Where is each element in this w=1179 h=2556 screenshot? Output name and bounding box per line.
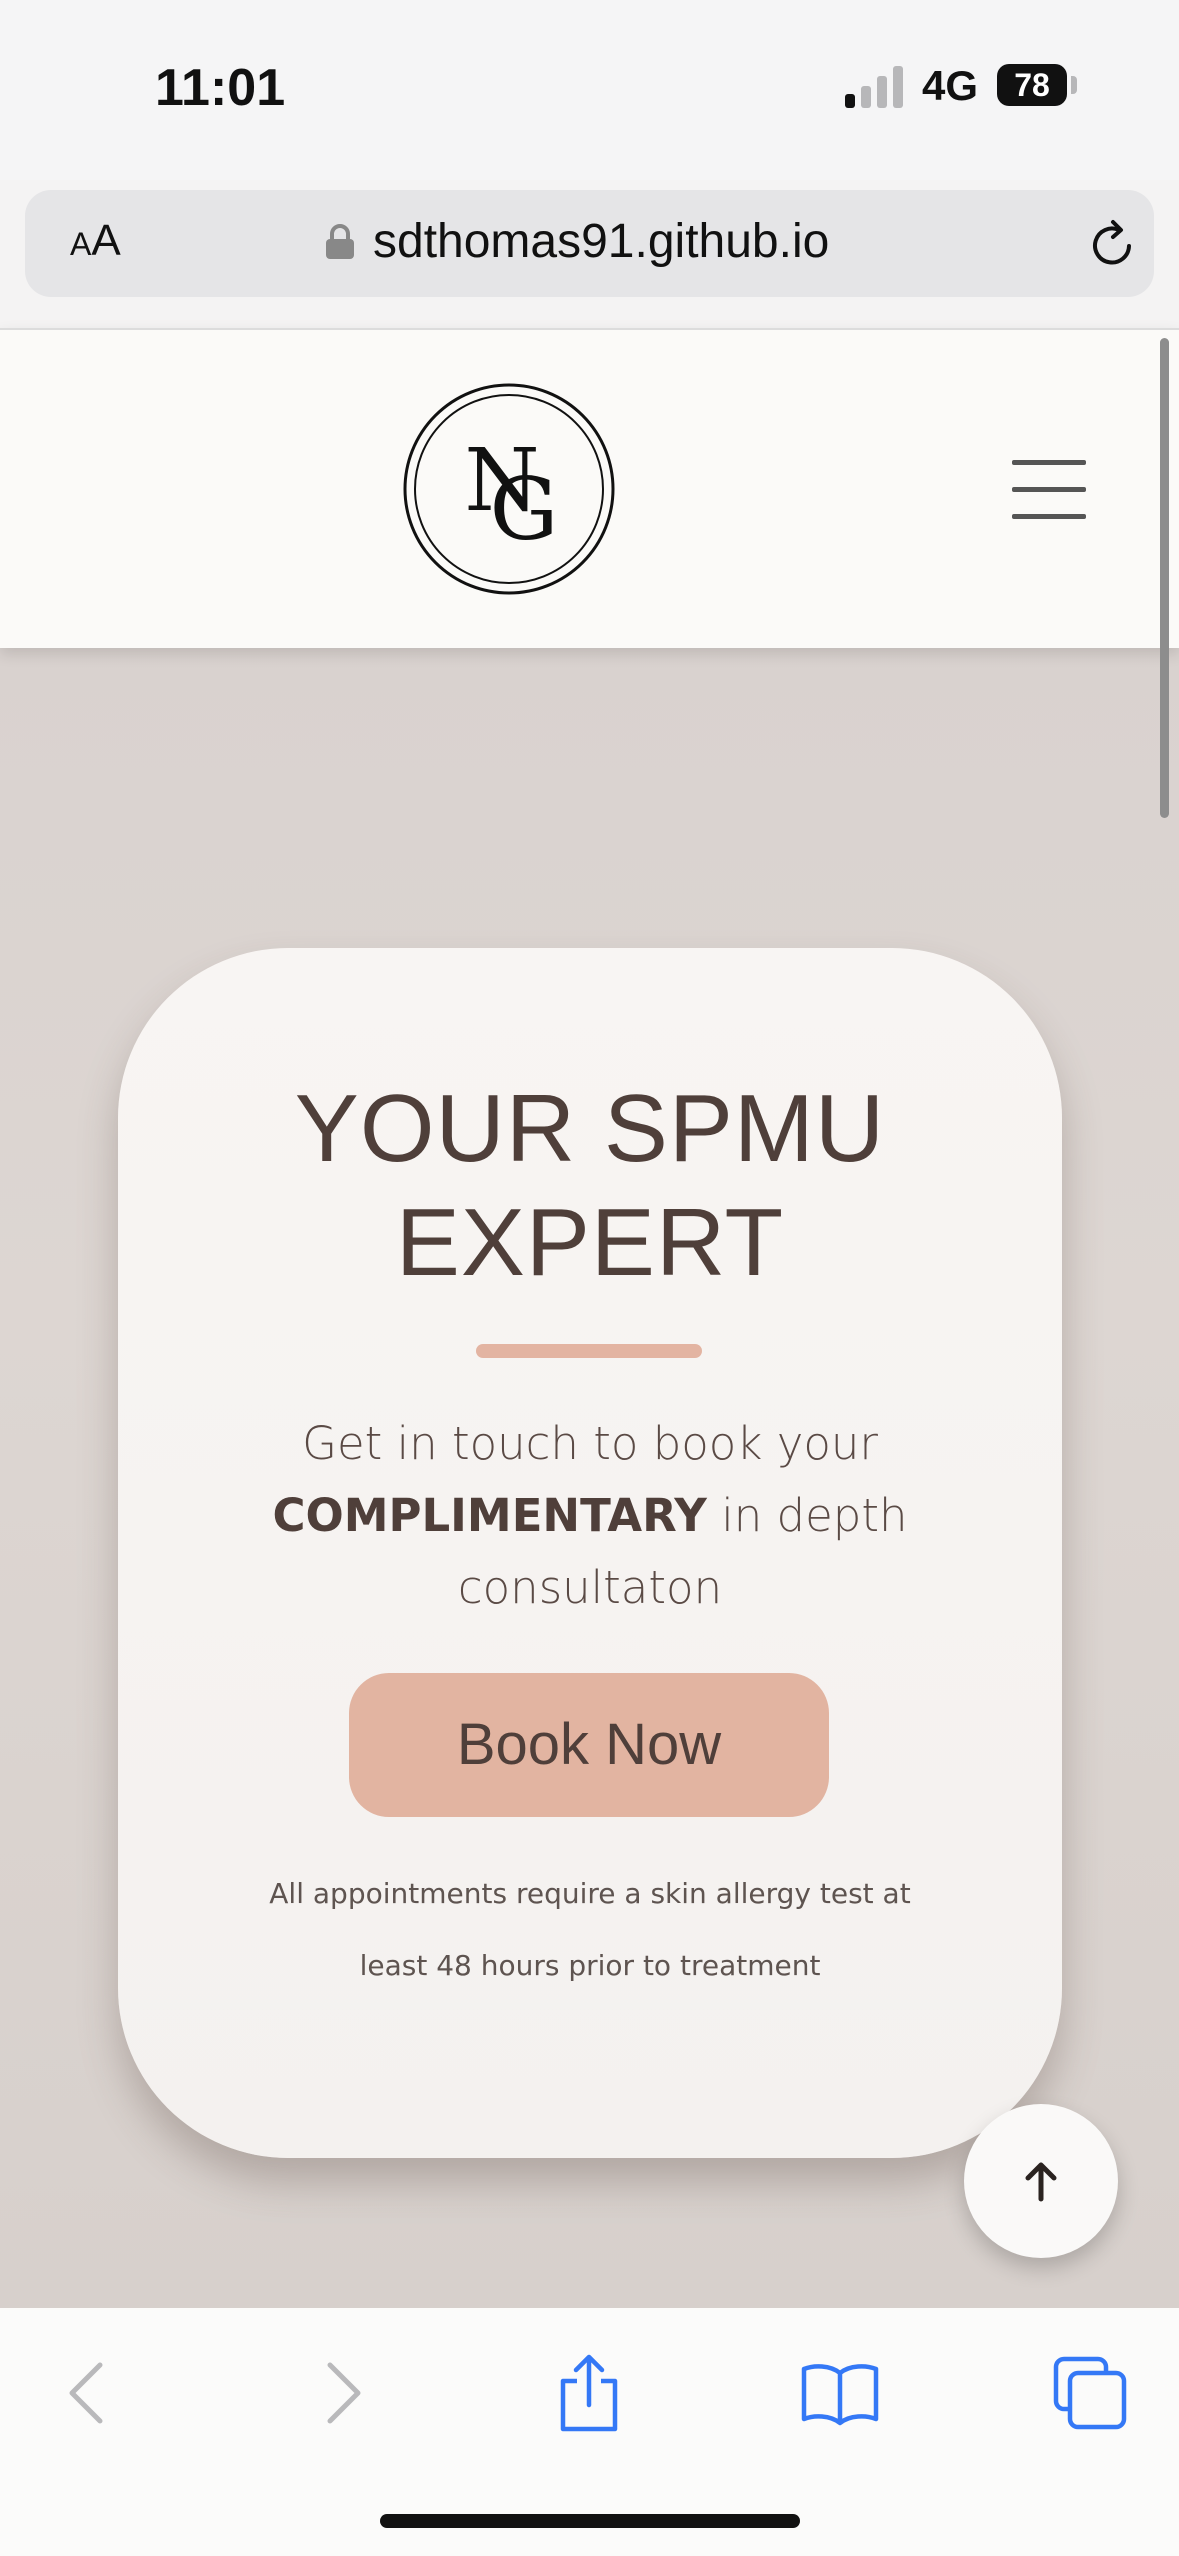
status-bar: 11:01 4G 78 [0,0,1179,180]
bookmarks-icon[interactable] [800,2353,880,2433]
site-header: N G [0,328,1179,648]
back-icon[interactable] [48,2353,128,2433]
forward-icon[interactable] [302,2353,382,2433]
hero-text-strong: COMPLIMENTARY [272,1489,707,1542]
ng-monogram-logo[interactable]: N G [402,382,616,596]
reader-options-button[interactable]: AA [70,216,121,266]
hero-title: YOUR SPMU EXPERT [118,1072,1062,1300]
hero-title-line2: EXPERT [395,1189,785,1296]
title-divider [476,1344,702,1358]
scroll-to-top-button[interactable] [964,2104,1118,2258]
battery-cap [1071,76,1077,94]
lock-icon [326,224,354,259]
cellular-signal-icon [845,64,907,108]
hero-text-part1: Get in touch to book your [302,1417,878,1470]
svg-text:G: G [490,460,559,560]
page-scrollbar[interactable] [1160,338,1169,818]
hamburger-menu-icon[interactable] [1012,460,1086,520]
home-indicator [380,2514,800,2528]
arrow-up-icon [1025,2162,1057,2202]
battery-icon: 78 [997,64,1067,106]
address-bar[interactable]: AA sdthomas91.github.io [25,190,1154,297]
hero-card: YOUR SPMU EXPERT Get in touch to book yo… [118,948,1062,2158]
url-text[interactable]: sdthomas91.github.io [373,214,829,269]
allergy-test-note: All appointments require a skin allergy … [269,1877,911,1982]
hero-title-line1: YOUR SPMU [294,1075,886,1182]
book-now-button[interactable]: Book Now [349,1673,829,1817]
status-time: 11:01 [155,59,286,117]
tabs-icon[interactable] [1050,2353,1130,2433]
share-icon[interactable] [549,2353,629,2433]
hero-description: Get in touch to book your COMPLIMENTARY … [238,1408,942,1624]
reload-icon[interactable] [1085,216,1141,272]
hero-section: YOUR SPMU EXPERT Get in touch to book yo… [0,646,1179,2308]
network-type: 4G [922,62,979,109]
